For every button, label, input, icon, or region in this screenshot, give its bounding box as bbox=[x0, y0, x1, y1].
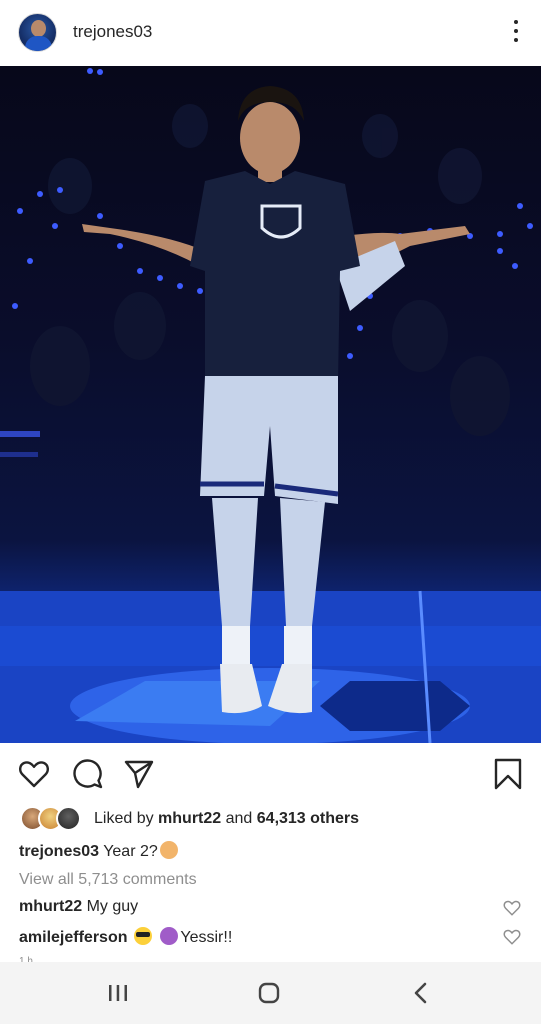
comment-text: Yessir!! bbox=[180, 929, 233, 946]
post-caption: trejones03 Year 2? bbox=[19, 841, 180, 861]
post-username[interactable]: trejones03 bbox=[73, 22, 152, 42]
likes-count[interactable]: 64,313 others bbox=[257, 810, 359, 827]
post-header: trejones03 bbox=[0, 0, 541, 64]
likes-and: and bbox=[221, 810, 257, 827]
devil-emoji-icon bbox=[160, 927, 179, 945]
comment-item: amilejefferson Yessir!! bbox=[19, 927, 232, 947]
caption-text: Year 2? bbox=[99, 843, 158, 860]
comment-username[interactable]: amilejefferson bbox=[19, 929, 127, 946]
likes-summary[interactable]: Liked by mhurt22 and 64,313 others bbox=[94, 810, 359, 828]
sunglasses-emoji-icon bbox=[133, 927, 152, 945]
caption-username[interactable]: trejones03 bbox=[19, 843, 99, 860]
likes-row[interactable]: Liked by mhurt22 and 64,313 others bbox=[0, 804, 541, 832]
avatar-shirt bbox=[25, 36, 52, 51]
comment-username[interactable]: mhurt22 bbox=[19, 898, 82, 915]
shrug-emoji-icon bbox=[159, 841, 178, 859]
comment-like-heart-icon[interactable] bbox=[503, 899, 521, 917]
post-photo[interactable] bbox=[0, 66, 541, 743]
photo-illustration bbox=[0, 68, 541, 743]
system-nav-bar bbox=[0, 962, 541, 1024]
back-icon[interactable] bbox=[401, 976, 441, 1010]
comment-icon[interactable] bbox=[72, 758, 104, 790]
user-avatar[interactable] bbox=[18, 13, 57, 52]
avatar-face bbox=[31, 20, 46, 37]
post-actions bbox=[0, 754, 541, 794]
view-all-comments-link[interactable]: View all 5,713 comments bbox=[19, 871, 197, 889]
likes-prefix: Liked by bbox=[94, 810, 159, 827]
liker-avatar bbox=[56, 806, 81, 831]
liked-by-user[interactable]: mhurt22 bbox=[158, 810, 221, 827]
heart-icon[interactable] bbox=[18, 758, 50, 790]
paper-plane-icon[interactable] bbox=[123, 758, 155, 790]
comment-text: My guy bbox=[82, 898, 139, 915]
bookmark-icon[interactable] bbox=[492, 758, 524, 790]
home-icon[interactable] bbox=[249, 976, 289, 1010]
recent-apps-icon[interactable] bbox=[98, 976, 138, 1010]
comment-item: mhurt22 My guy bbox=[19, 898, 138, 916]
more-vertical-icon[interactable] bbox=[513, 20, 519, 42]
comment-like-heart-icon[interactable] bbox=[503, 928, 521, 946]
